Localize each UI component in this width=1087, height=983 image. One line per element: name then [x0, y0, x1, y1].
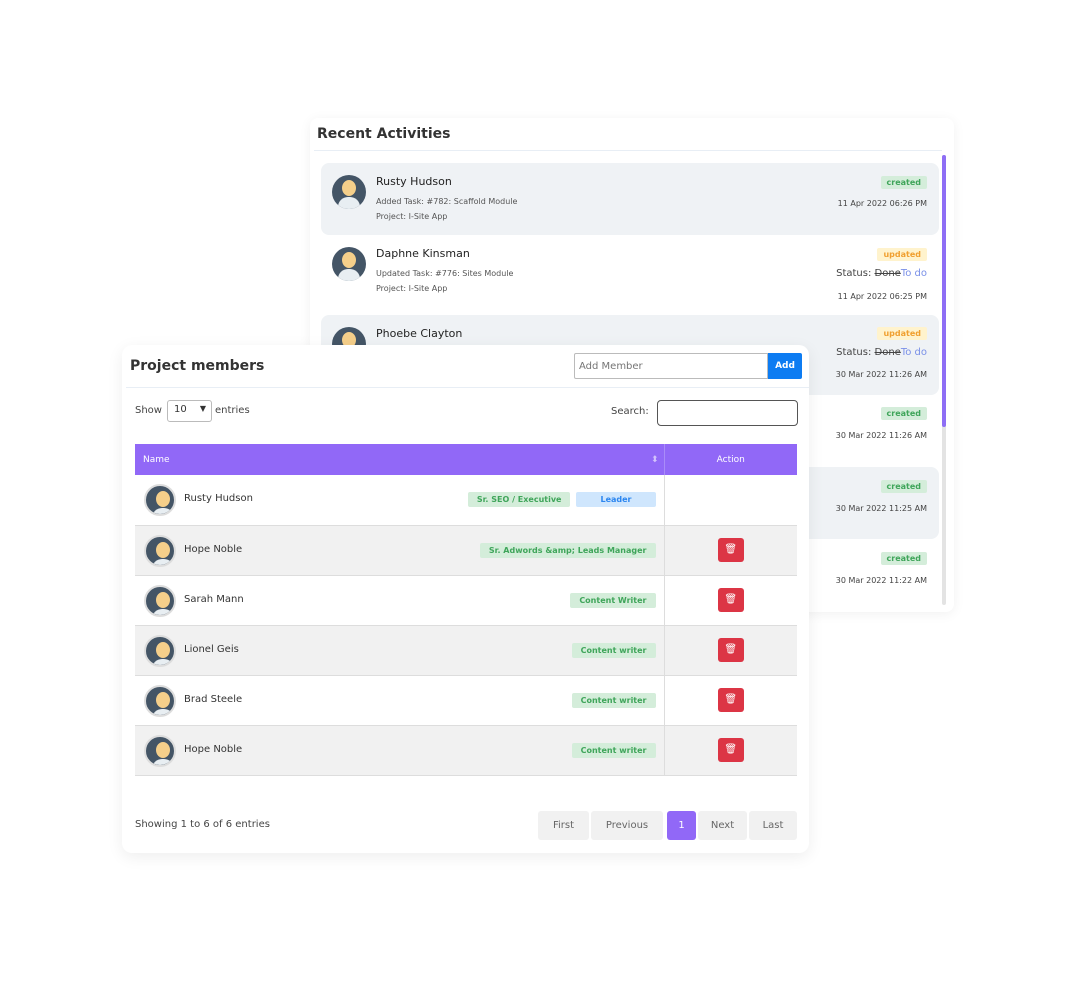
- member-cell: Sarah Mann Content Writer: [135, 575, 664, 626]
- avatar: [332, 175, 366, 209]
- status-badge: created: [880, 407, 927, 420]
- activity-detail: Added Task: #782: Scaffold Module: [376, 197, 518, 206]
- status-badge: updated: [877, 248, 927, 261]
- page-1-button[interactable]: 1: [667, 811, 696, 840]
- member-cell: Brad Steele Content writer: [135, 675, 664, 726]
- avatar: [144, 584, 176, 617]
- role-badge: Sr. Adwords &amp; Leads Manager: [479, 542, 656, 558]
- trash-icon: 🗑: [724, 544, 738, 555]
- activity-detail: Updated Task: #776: Sites Module: [376, 269, 514, 278]
- member-cell: Hope Noble Content writer: [135, 725, 664, 776]
- column-header-action: Action: [663, 444, 797, 475]
- avatar: [144, 484, 176, 516]
- member-cell: Rusty Hudson Sr. SEO / Executive Leader: [135, 475, 664, 526]
- delete-button[interactable]: 🗑: [717, 738, 744, 762]
- member-name: Lionel Geis: [184, 643, 239, 655]
- member-name: Brad Steele: [184, 693, 243, 705]
- status-badge: created: [880, 480, 927, 493]
- delete-button[interactable]: 🗑: [717, 688, 744, 712]
- page-previous-button[interactable]: Previous: [591, 811, 663, 840]
- activity-date: 11 Apr 2022 06:25 PM: [837, 292, 927, 301]
- role-badge: Content writer: [571, 742, 656, 758]
- members-title: Project members: [130, 358, 265, 374]
- action-cell: 🗑: [663, 575, 797, 626]
- add-button[interactable]: Add: [768, 353, 802, 379]
- table-row: Hope Noble Sr. Adwords &amp; Leads Manage…: [135, 525, 797, 576]
- status-badge: updated: [877, 327, 927, 340]
- member-name: Hope Noble: [184, 743, 243, 755]
- avatar: [144, 634, 176, 667]
- entries-label: entries: [215, 405, 250, 416]
- action-cell: [663, 475, 797, 526]
- show-label: Show: [135, 405, 162, 416]
- activity-item: Rusty Hudson Added Task: #782: Scaffold …: [321, 163, 939, 235]
- activity-date: 30 Mar 2022 11:22 AM: [835, 576, 927, 585]
- member-cell: Lionel Geis Content writer: [135, 625, 664, 676]
- activity-item: Daphne Kinsman Updated Task: #776: Sites…: [321, 235, 939, 315]
- action-cell: 🗑: [663, 725, 797, 776]
- chevron-down-icon: ▼: [199, 404, 206, 413]
- avatar: [144, 684, 176, 717]
- activity-project: Project: I-Site App: [376, 212, 448, 221]
- trash-icon: 🗑: [724, 644, 738, 655]
- action-cell: 🗑: [663, 625, 797, 676]
- scrollbar-thumb[interactable]: [942, 155, 946, 427]
- role-badge: Sr. SEO / Executive: [467, 492, 571, 507]
- search-input[interactable]: [657, 400, 798, 426]
- role-badge: Content writer: [571, 642, 656, 658]
- status-change: Status: DoneTo do: [836, 268, 927, 279]
- avatar: [332, 247, 366, 281]
- action-cell: 🗑: [663, 525, 797, 576]
- action-cell: 🗑: [663, 675, 797, 726]
- trash-icon: 🗑: [724, 694, 738, 705]
- page-next-button[interactable]: Next: [698, 811, 747, 840]
- sort-icon[interactable]: ⬍: [651, 455, 659, 465]
- status-badge: created: [880, 552, 927, 565]
- status-change: Status: DoneTo do: [836, 347, 927, 358]
- trash-icon: 🗑: [724, 744, 738, 755]
- table-row: Hope Noble Content writer 🗑: [135, 725, 797, 776]
- project-members-card: Project members Add Show 10▼ entries Sea…: [122, 345, 809, 853]
- delete-button[interactable]: 🗑: [717, 588, 744, 612]
- activity-date: 30 Mar 2022 11:26 AM: [835, 370, 927, 379]
- add-member-input[interactable]: [574, 353, 768, 379]
- activity-user: Daphne Kinsman: [376, 247, 470, 260]
- delete-button[interactable]: 🗑: [717, 638, 744, 662]
- search-label: Search:: [611, 406, 649, 417]
- activity-user: Phoebe Clayton: [376, 327, 463, 340]
- trash-icon: 🗑: [724, 594, 738, 605]
- table-row: Rusty Hudson Sr. SEO / Executive Leader: [135, 475, 797, 526]
- activities-title: Recent Activities: [317, 126, 451, 142]
- status-badge: created: [880, 176, 927, 189]
- activity-user: Rusty Hudson: [376, 175, 452, 188]
- entries-select[interactable]: 10 ▼: [167, 400, 212, 422]
- role-badge: Content Writer: [570, 592, 656, 608]
- delete-button[interactable]: 🗑: [717, 538, 744, 562]
- activity-date: 30 Mar 2022 11:26 AM: [835, 431, 927, 440]
- activity-date: 30 Mar 2022 11:25 AM: [835, 504, 927, 513]
- member-name: Rusty Hudson: [184, 493, 253, 504]
- activity-date: 11 Apr 2022 06:26 PM: [837, 199, 927, 208]
- column-header-name[interactable]: Name ⬍: [135, 444, 664, 475]
- role-badge: Leader: [576, 492, 656, 507]
- members-table: Name ⬍ Action Rusty Hudson Sr. SEO / Execu…: [135, 444, 797, 776]
- table-row: Brad Steele Content writer 🗑: [135, 675, 797, 726]
- table-row: Lionel Geis Content writer 🗑: [135, 625, 797, 676]
- activity-project: Project: I-Site App: [376, 284, 448, 293]
- page-first-button[interactable]: First: [538, 811, 589, 840]
- avatar: [144, 734, 176, 767]
- role-badge: Content writer: [571, 692, 656, 708]
- member-name: Hope Noble: [184, 543, 243, 555]
- member-cell: Hope Noble Sr. Adwords &amp; Leads Manage…: [135, 525, 664, 576]
- avatar: [144, 534, 176, 567]
- table-row: Sarah Mann Content Writer 🗑: [135, 575, 797, 626]
- page-last-button[interactable]: Last: [749, 811, 797, 840]
- member-name: Sarah Mann: [184, 593, 244, 605]
- table-info: Showing 1 to 6 of 6 entries: [135, 819, 270, 830]
